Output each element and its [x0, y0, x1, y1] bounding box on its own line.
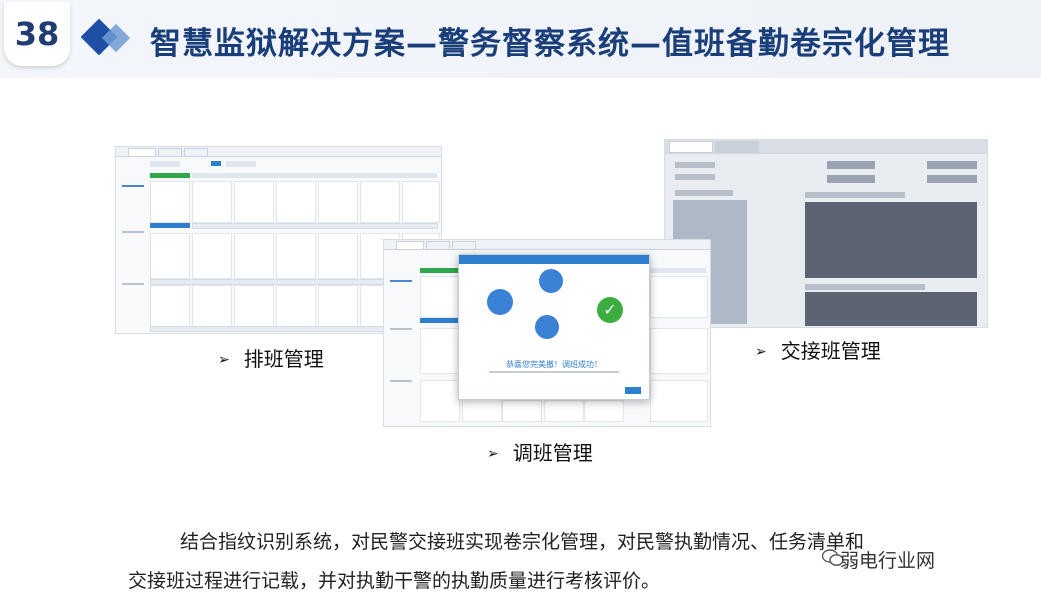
person-icon [539, 269, 563, 293]
arrow-bullet-icon: ➢ [755, 344, 767, 360]
slide-number: 38 [14, 15, 60, 53]
page-title: 智慧监狱解决方案—警务督察系统—值班备勤卷宗化管理 [150, 26, 950, 62]
screenshot-tabbar [665, 140, 987, 154]
handover-screenshot [664, 139, 988, 328]
caption-shift-change: ➢ 调班管理 [487, 441, 593, 465]
watermark-text: 弱电行业网 [840, 550, 936, 572]
shift-change-success-dialog: ✓ 恭喜您完美撤！调班成功！ [458, 254, 650, 400]
description-line-1: 结合指纹识别系统，对民警交接班实现卷宗化管理，对民警执勤情况、任务清单和 [180, 531, 865, 553]
screenshot-tabbar [384, 240, 710, 250]
description-line-2: 交接班过程进行记载，并对执勤干警的执勤质量进行考核评价。 [128, 570, 661, 592]
slide-number-badge: 38 [4, 2, 70, 66]
caption-scheduling: ➢ 排班管理 [218, 347, 324, 371]
success-message: 恭喜您完美撤！调班成功！ [506, 360, 602, 369]
person-icon [535, 315, 559, 339]
arrow-bullet-icon: ➢ [218, 352, 230, 368]
confirm-button[interactable] [625, 387, 641, 394]
arrow-bullet-icon: ➢ [487, 446, 499, 462]
check-icon: ✓ [597, 297, 623, 323]
screenshot-tabbar [116, 147, 441, 157]
slide-header: 38 智慧监狱解决方案—警务督察系统—值班备勤卷宗化管理 [0, 0, 1041, 78]
caption-handover: ➢ 交接班管理 [755, 339, 881, 363]
dialog-header [459, 255, 649, 264]
person-icon [487, 289, 513, 315]
